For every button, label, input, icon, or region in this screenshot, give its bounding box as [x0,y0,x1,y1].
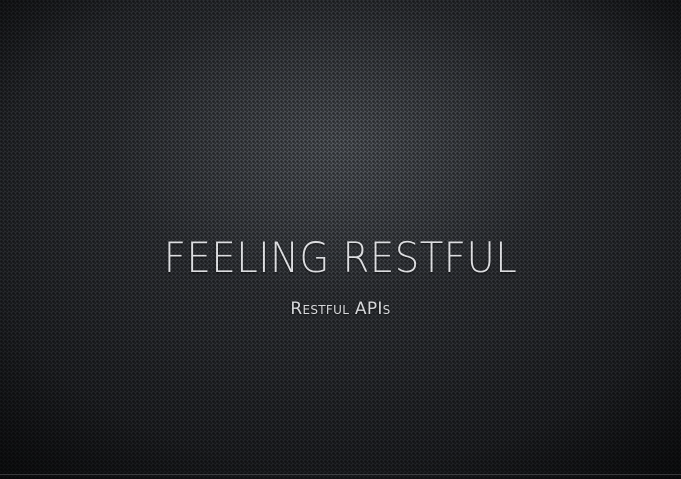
slide-title: FEELING RESTFUL [163,233,518,282]
bottom-divider [0,474,681,475]
title-slide: FEELING RESTFUL Restful APIs [0,0,681,479]
slide-subtitle: Restful APIs [290,299,391,319]
